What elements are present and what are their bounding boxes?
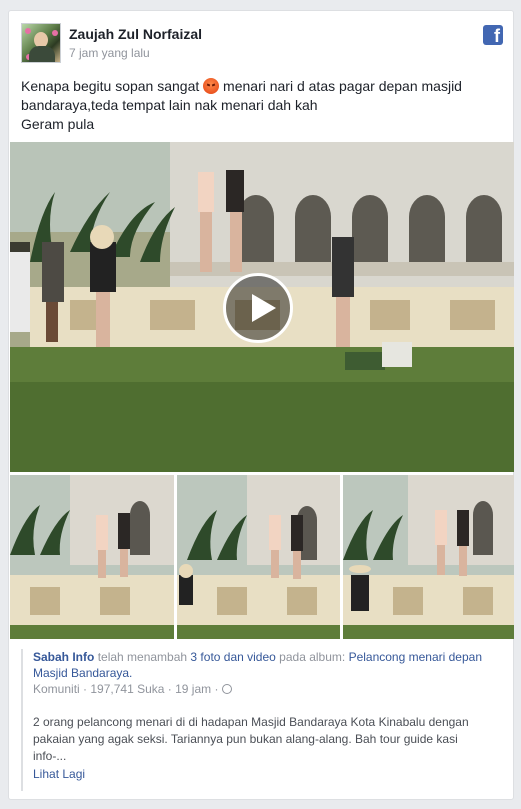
facebook-logo-icon[interactable]: f bbox=[483, 25, 503, 46]
angry-face-icon bbox=[203, 78, 220, 94]
photo-image bbox=[10, 475, 174, 639]
photo-thumbnail-2[interactable] bbox=[177, 475, 340, 639]
post-text: Kenapa begitu sopan sangat menari nari d… bbox=[21, 77, 503, 134]
author-name[interactable]: Zaujah Zul Norfaizal bbox=[69, 26, 202, 42]
attachment-time[interactable]: 19 jam bbox=[175, 682, 211, 696]
post-header: Zaujah Zul Norfaizal 7 jam yang lalu f bbox=[21, 23, 503, 65]
page-name-link[interactable]: Sabah Info bbox=[33, 650, 94, 664]
media-count-link[interactable]: 3 foto dan video bbox=[190, 650, 275, 664]
photo-image bbox=[343, 475, 514, 639]
post-timestamp[interactable]: 7 jam yang lalu bbox=[69, 46, 150, 60]
post-text-part: bandaraya,teda tempat lain nak menari da… bbox=[21, 97, 318, 113]
video-thumbnail[interactable] bbox=[10, 142, 514, 472]
attachment-headline: Sabah Info telah menambah 3 foto dan vid… bbox=[33, 649, 503, 681]
photo-grid bbox=[10, 475, 514, 639]
photo-thumbnail-3[interactable] bbox=[343, 475, 514, 639]
photo-thumbnail-1[interactable] bbox=[10, 475, 174, 639]
facebook-post-card: Zaujah Zul Norfaizal 7 jam yang lalu f K… bbox=[8, 10, 514, 800]
attachment-description: 2 orang pelancong menari di di hadapan M… bbox=[33, 715, 469, 763]
post-text-part: menari nari d atas pagar depan masjid bbox=[223, 78, 462, 94]
page-category: Komuniti bbox=[33, 682, 80, 696]
photo-image bbox=[177, 475, 340, 639]
attachment-info: Sabah Info telah menambah 3 foto dan vid… bbox=[21, 649, 503, 791]
action-text: pada album: bbox=[279, 650, 346, 664]
post-text-part: Geram pula bbox=[21, 116, 95, 132]
action-text: telah menambah bbox=[97, 650, 188, 664]
page-meta: Komuniti · 197,741 Suka · 19 jam · bbox=[33, 682, 503, 696]
page-likes: 197,741 Suka bbox=[90, 682, 165, 696]
globe-icon bbox=[221, 684, 232, 694]
see-more-link[interactable]: Lihat Lagi bbox=[33, 767, 503, 781]
play-button-icon[interactable] bbox=[223, 273, 293, 343]
post-text-part: Kenapa begitu sopan sangat bbox=[21, 78, 200, 94]
author-avatar[interactable] bbox=[21, 23, 61, 63]
